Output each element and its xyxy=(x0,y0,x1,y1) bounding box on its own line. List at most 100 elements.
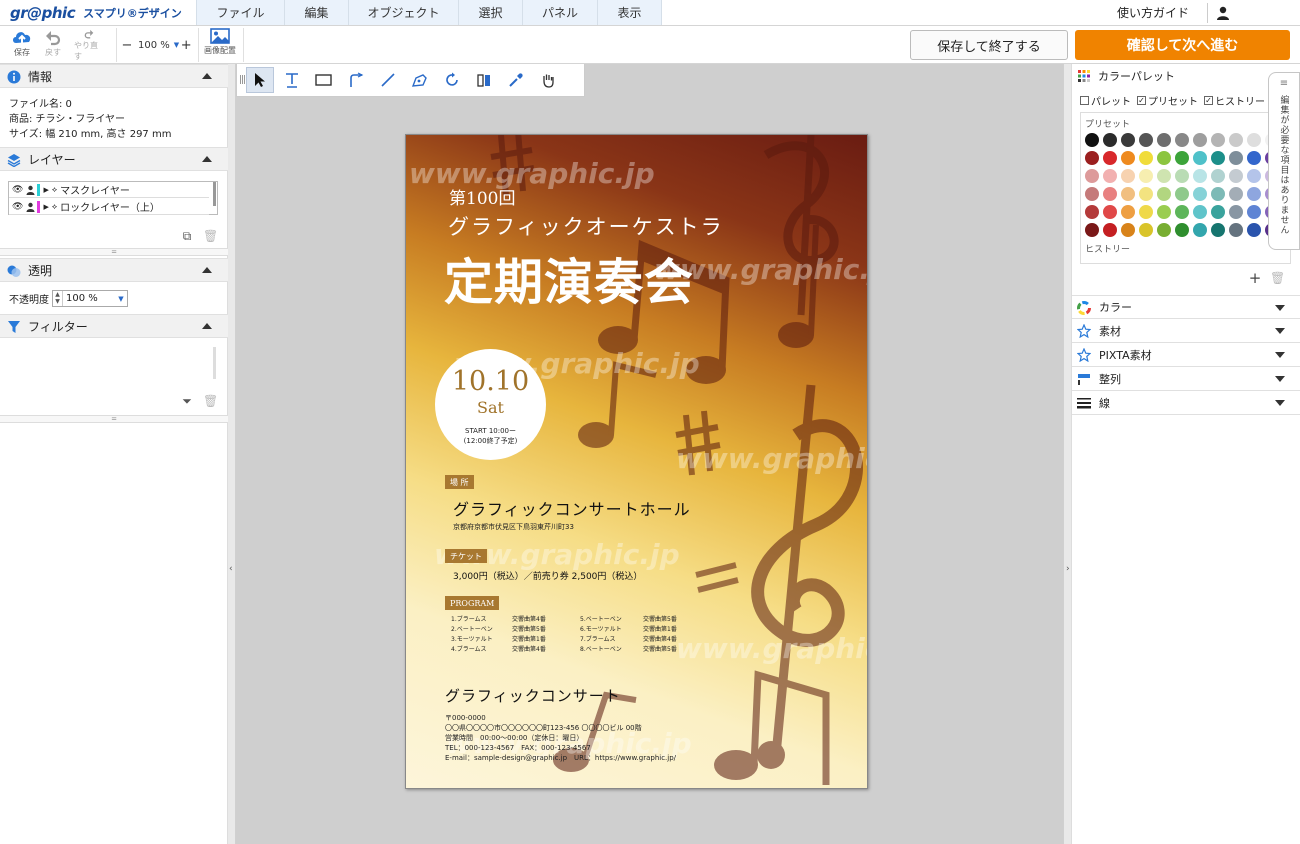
trash-icon[interactable]: 🗑 xyxy=(203,229,218,243)
filter-scrollbar[interactable] xyxy=(213,347,216,379)
color-swatch[interactable] xyxy=(1229,187,1243,201)
color-swatch[interactable] xyxy=(1085,133,1099,147)
left-panel-toggle[interactable]: ‹ xyxy=(228,64,236,844)
opacity-stepper[interactable]: ▲ ▼ xyxy=(53,291,63,306)
panel-resize-handle[interactable]: = xyxy=(0,415,228,423)
color-swatch[interactable] xyxy=(1139,187,1153,201)
accordion-align[interactable]: 整列 xyxy=(1072,367,1300,391)
add-swatch-icon[interactable]: + xyxy=(1248,271,1262,286)
checkbox-icon[interactable] xyxy=(1080,96,1089,105)
color-swatch[interactable] xyxy=(1121,169,1135,183)
color-swatch[interactable] xyxy=(1193,151,1207,165)
add-filter-icon[interactable]: ⏷ xyxy=(180,394,194,408)
color-swatch[interactable] xyxy=(1193,133,1207,147)
confirm-next-button[interactable]: 確認して次へ進む xyxy=(1075,30,1290,60)
color-swatch[interactable] xyxy=(1193,205,1207,219)
color-swatch[interactable] xyxy=(1247,223,1261,237)
filter-section-header[interactable]: フィルター xyxy=(0,314,228,338)
color-swatch[interactable] xyxy=(1193,169,1207,183)
right-panel-toggle[interactable]: › xyxy=(1063,64,1071,844)
menu-select[interactable]: 選択 xyxy=(458,0,522,25)
person-icon[interactable] xyxy=(26,185,35,195)
color-swatch[interactable] xyxy=(1175,205,1189,219)
rectangle-tool[interactable] xyxy=(310,67,338,93)
panel-resize-handle[interactable]: = xyxy=(0,248,228,256)
zoom-out-button[interactable]: − xyxy=(120,38,134,53)
color-swatch[interactable] xyxy=(1211,187,1225,201)
color-swatch[interactable] xyxy=(1157,133,1171,147)
color-swatch[interactable] xyxy=(1121,223,1135,237)
color-swatch[interactable] xyxy=(1157,223,1171,237)
color-swatch[interactable] xyxy=(1121,205,1135,219)
color-swatch[interactable] xyxy=(1247,133,1261,147)
color-swatch[interactable] xyxy=(1211,169,1225,183)
pen-tool[interactable] xyxy=(406,67,434,93)
chevron-down-icon[interactable]: ▼ xyxy=(115,295,127,303)
collapse-icon[interactable] xyxy=(202,73,212,79)
color-swatch[interactable] xyxy=(1229,151,1243,165)
checkbox-icon[interactable]: ✓ xyxy=(1137,96,1146,105)
palette-checkbox[interactable]: パレット xyxy=(1080,93,1131,108)
color-swatch[interactable] xyxy=(1247,169,1261,183)
text-tool[interactable] xyxy=(278,67,306,93)
color-swatch[interactable] xyxy=(1175,151,1189,165)
eyedropper-tool[interactable] xyxy=(502,67,530,93)
collapse-icon[interactable] xyxy=(202,267,212,273)
eye-icon[interactable]: 👁 xyxy=(12,202,23,212)
accordion-material[interactable]: 素材 xyxy=(1072,319,1300,343)
color-swatch[interactable] xyxy=(1247,205,1261,219)
save-and-exit-button[interactable]: 保存して終了する xyxy=(910,30,1068,60)
color-swatch[interactable] xyxy=(1103,151,1117,165)
add-layer-icon[interactable]: ⧉ xyxy=(180,229,194,243)
color-swatch[interactable] xyxy=(1157,151,1171,165)
layer-scrollbar[interactable] xyxy=(213,182,216,206)
color-swatch[interactable] xyxy=(1157,205,1171,219)
rotate-tool[interactable] xyxy=(438,67,466,93)
color-swatch[interactable] xyxy=(1139,151,1153,165)
color-swatch[interactable] xyxy=(1229,223,1243,237)
color-swatch[interactable] xyxy=(1139,133,1153,147)
menu-view[interactable]: 表示 xyxy=(597,0,662,25)
opacity-value[interactable]: 100 % xyxy=(63,293,115,304)
color-swatch[interactable] xyxy=(1103,205,1117,219)
transparency-section-header[interactable]: 透明 xyxy=(0,258,228,282)
trash-icon[interactable]: 🗑 xyxy=(1270,271,1285,285)
accordion-stroke[interactable]: 線 xyxy=(1072,391,1300,415)
color-swatch[interactable] xyxy=(1193,223,1207,237)
opacity-input[interactable]: ▲ ▼ 100 % ▼ xyxy=(52,290,128,307)
layer-row[interactable]: 👁 ▶ ⟡ ロックレイヤー（上） xyxy=(9,199,209,215)
menu-edit[interactable]: 編集 xyxy=(284,0,348,25)
edit-status-tab[interactable]: ≡ 編集が必要な項目はありません xyxy=(1268,72,1300,250)
redo-button[interactable]: やり直す xyxy=(74,28,104,62)
color-swatch[interactable] xyxy=(1103,169,1117,183)
zoom-in-button[interactable]: + xyxy=(179,38,193,53)
image-place-button[interactable]: 画像配置 xyxy=(203,28,237,62)
flyer-canvas[interactable]: www.graphic.jp www.graphic.jp www.graphi… xyxy=(405,134,868,789)
expand-arrow-icon[interactable]: ▶ xyxy=(43,203,48,211)
color-swatch[interactable] xyxy=(1085,151,1099,165)
save-button[interactable]: 保存 xyxy=(7,28,37,62)
color-swatch[interactable] xyxy=(1121,187,1135,201)
person-icon[interactable] xyxy=(26,202,35,212)
color-swatch[interactable] xyxy=(1175,223,1189,237)
hand-tool[interactable] xyxy=(534,67,562,93)
info-section-header[interactable]: 情報 xyxy=(0,64,228,88)
flip-tool[interactable] xyxy=(470,67,498,93)
collapse-icon[interactable] xyxy=(202,323,212,329)
menu-object[interactable]: オブジェクト xyxy=(348,0,458,25)
color-swatch[interactable] xyxy=(1085,223,1099,237)
color-swatch[interactable] xyxy=(1211,223,1225,237)
color-swatch[interactable] xyxy=(1139,169,1153,183)
color-swatch[interactable] xyxy=(1085,169,1099,183)
layer-section-header[interactable]: レイヤー xyxy=(0,147,228,171)
color-swatch[interactable] xyxy=(1175,133,1189,147)
color-swatch[interactable] xyxy=(1229,169,1243,183)
eye-icon[interactable]: 👁 xyxy=(12,185,23,195)
color-swatch[interactable] xyxy=(1139,223,1153,237)
trash-icon[interactable]: 🗑 xyxy=(203,394,218,408)
color-swatch[interactable] xyxy=(1247,187,1261,201)
color-swatch[interactable] xyxy=(1229,133,1243,147)
color-swatch[interactable] xyxy=(1103,133,1117,147)
select-tool[interactable] xyxy=(246,67,274,93)
zoom-value[interactable]: 100 % xyxy=(138,40,170,51)
